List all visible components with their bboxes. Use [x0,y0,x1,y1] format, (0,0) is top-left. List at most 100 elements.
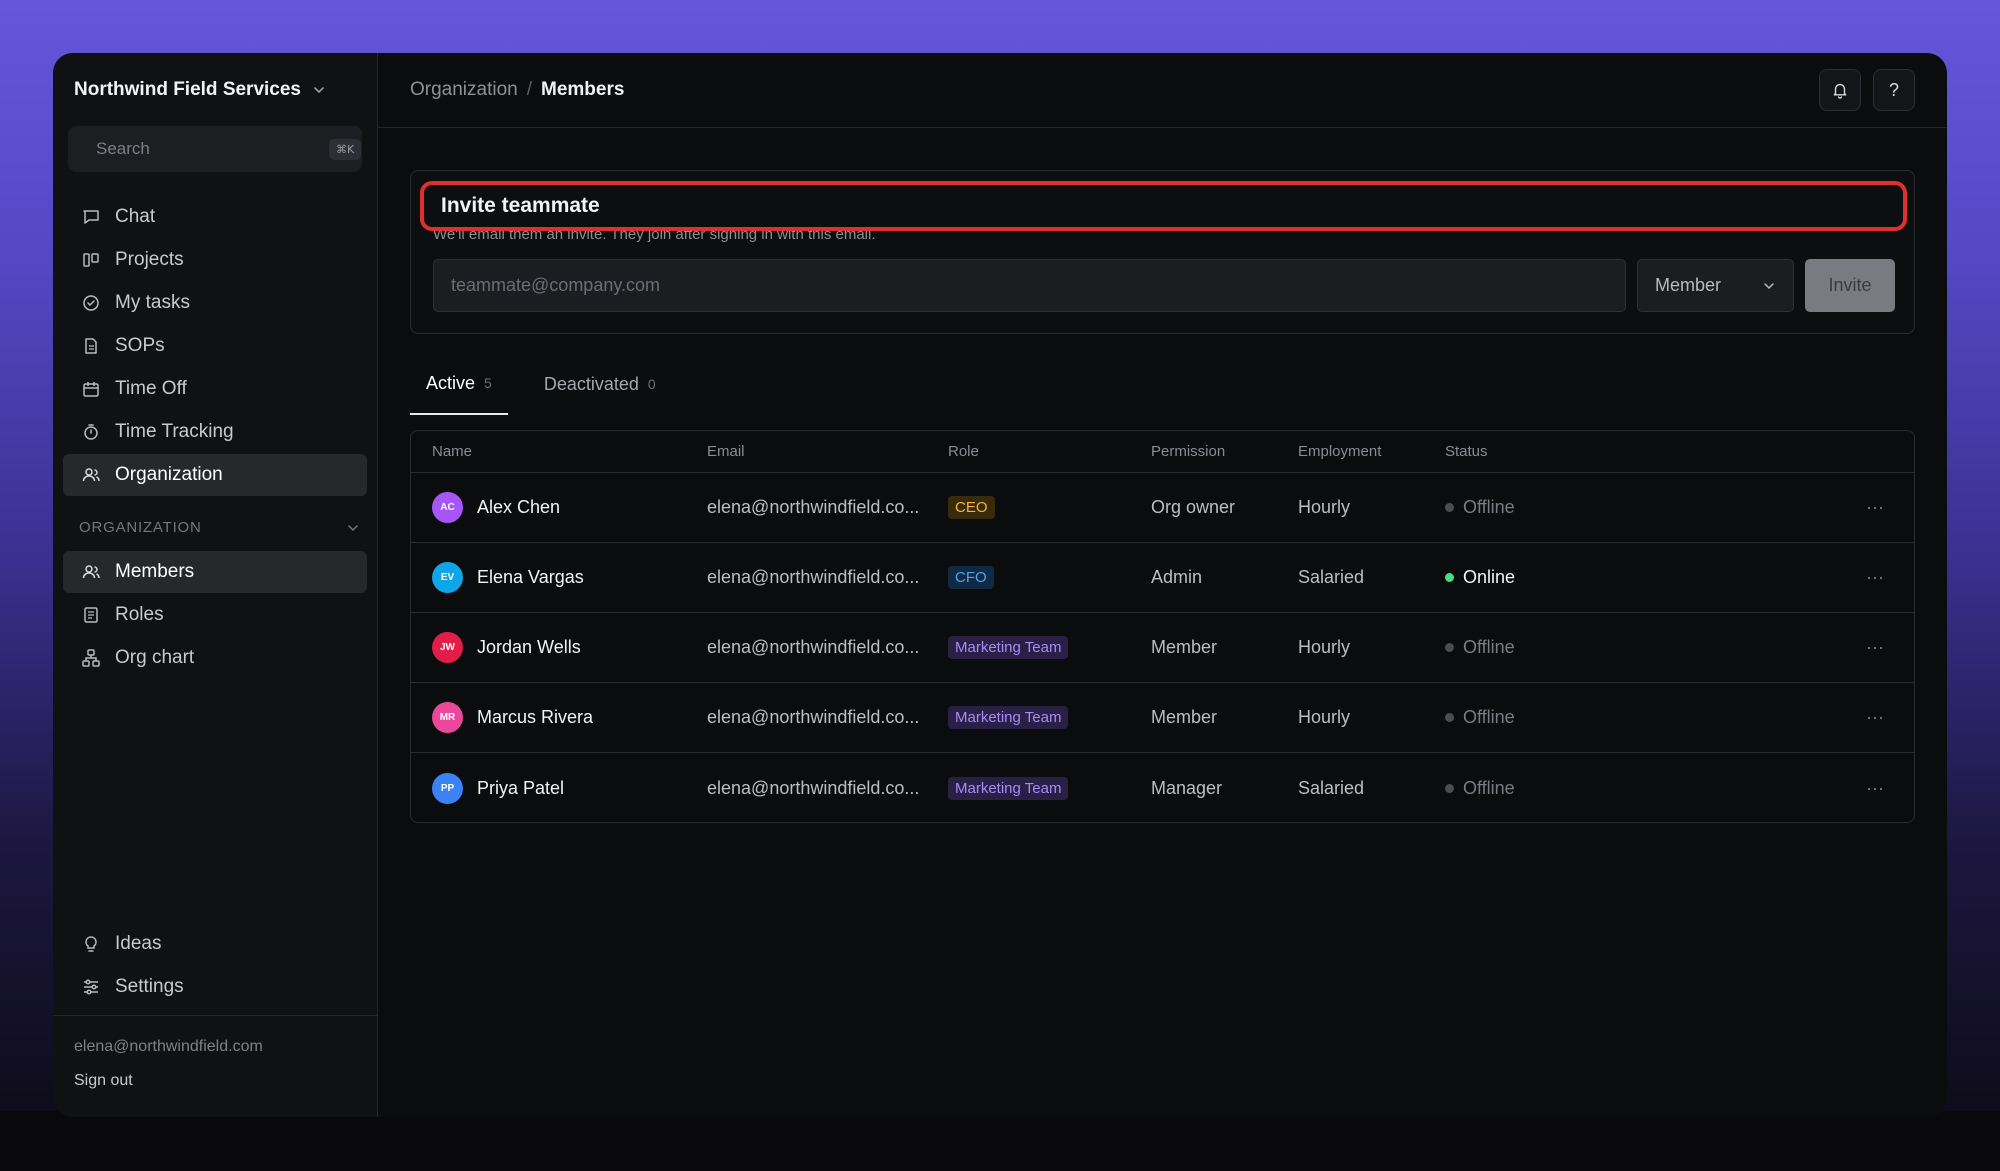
table-row[interactable]: JW Jordan Wells elena@northwindfield.co.… [411,613,1914,683]
organization-section-header[interactable]: ORGANIZATION [79,519,361,536]
nav-item-chat[interactable]: Chat [63,196,367,238]
column-header-status[interactable]: Status [1445,443,1825,460]
avatar: AC [432,492,463,523]
row-menu-button[interactable]: ··· [1825,637,1914,658]
member-tabs: Active 5 Deactivated 0 [410,353,672,415]
status-label: Offline [1463,777,1515,798]
org-chart-icon [82,649,100,667]
member-status: Offline [1445,497,1825,518]
column-header-employment[interactable]: Employment [1298,443,1445,460]
status-dot [1445,503,1454,512]
table-row[interactable]: AC Alex Chen elena@northwindfield.co... … [411,473,1914,543]
subnav-item-members[interactable]: Members [63,551,367,593]
chevron-down-icon [1764,282,1774,289]
member-role-cell: Marketing Team [948,636,1151,659]
lightbulb-icon [85,936,97,952]
role-badge: CFO [948,566,994,589]
breadcrumb-parent[interactable]: Organization [410,79,518,101]
desktop-bottom-strip [0,1111,2000,1171]
tasks-icon [83,295,99,311]
bell-icon [1833,83,1847,99]
users-icon [82,565,100,579]
row-menu-button[interactable]: ··· [1825,778,1914,799]
nav-label: Org chart [115,647,195,668]
subnav-item-org-chart[interactable]: Org chart [63,637,367,679]
member-employment: Hourly [1298,707,1351,727]
avatar: MR [432,702,463,733]
table-row[interactable]: EV Elena Vargas elena@northwindfield.co.… [411,543,1914,613]
sign-out-link[interactable]: Sign out [74,1072,356,1090]
tab-label: Deactivated [543,373,639,394]
more-horizontal-icon: ··· [1866,707,1884,727]
member-email: elena@northwindfield.co... [707,777,920,798]
avatar: JW [432,632,463,663]
notifications-button[interactable] [1819,69,1861,111]
nav-item-organization[interactable]: Organization [63,454,367,496]
tab-deactivated[interactable]: Deactivated 0 [528,353,672,415]
invite-button[interactable]: Invite [1805,259,1895,312]
org-switcher[interactable]: Northwind Field Services [74,79,327,101]
more-horizontal-icon: ··· [1866,567,1884,587]
status-label: Offline [1463,497,1515,517]
member-name: Jordan Wells [477,637,581,657]
role-select-value: Member [1655,275,1722,295]
member-role-cell: Marketing Team [948,706,1151,729]
nav-label: My tasks [115,292,190,313]
stopwatch-icon [84,424,98,440]
member-name-cell: JW Jordan Wells [411,632,707,663]
help-button[interactable]: ? [1873,69,1915,111]
nav-label: Projects [115,249,184,270]
main-nav: Chat Projects My tasks SOPs Time Off Tim… [63,196,367,497]
avatar: PP [432,772,463,804]
member-name-cell: PP Priya Patel [411,772,707,804]
row-menu-button[interactable]: ··· [1825,707,1914,728]
table-row[interactable]: PP Priya Patel elena@northwindfield.co..… [411,753,1914,822]
status-dot [1445,783,1454,793]
nav-item-time-tracking[interactable]: Time Tracking [63,411,367,453]
member-permission: Admin [1151,567,1203,587]
member-email: elena@northwindfield.co... [707,637,920,657]
row-menu-button[interactable]: ··· [1825,567,1914,588]
invite-title: Invite teammate [420,181,1907,231]
status-dot [1445,713,1454,722]
role-badge: CEO [948,496,995,519]
nav-label: Time Tracking [115,421,234,442]
nav-item-my-tasks[interactable]: My tasks [63,282,367,324]
member-name: Elena Vargas [477,567,584,587]
invite-email-input[interactable] [433,259,1626,312]
sidebar-footer: elena@northwindfield.com Sign out [53,1015,377,1117]
nav-item-ideas[interactable]: Ideas [63,923,367,965]
search-input[interactable] [96,139,317,159]
column-header-name[interactable]: Name [411,443,707,460]
invite-role-select[interactable]: Member [1637,259,1794,312]
document-icon [85,338,97,354]
table-row[interactable]: MR Marcus Rivera elena@northwindfield.co… [411,683,1914,753]
invite-form: Member Invite [433,259,1895,312]
member-status: Offline [1445,707,1825,728]
nav-item-sops[interactable]: SOPs [63,325,367,367]
member-status: Offline [1445,637,1825,658]
main-content: Organization / Members ? We'll email the… [378,53,1947,1117]
breadcrumb-current: Members [541,79,625,100]
calendar-icon [83,382,99,397]
column-header-email[interactable]: Email [707,443,948,460]
column-header-permission[interactable]: Permission [1151,443,1298,460]
member-status: Online [1445,567,1825,588]
member-role-cell: CFO [948,566,1151,589]
nav-item-projects[interactable]: Projects [63,239,367,281]
row-menu-button[interactable]: ··· [1825,497,1914,518]
member-name-cell: MR Marcus Rivera [411,702,707,733]
projects-icon [83,253,99,267]
nav-item-settings[interactable]: Settings [63,966,367,1008]
invite-card: We'll email them an invite. They join af… [410,170,1915,334]
search-box[interactable]: ⌘K [68,126,362,172]
sidebar: Northwind Field Services ⌘K Chat Project… [53,53,378,1117]
tab-active[interactable]: Active 5 [410,353,508,415]
subnav-item-roles[interactable]: Roles [63,594,367,636]
org-name: Northwind Field Services [74,79,301,100]
breadcrumb: Organization / Members [410,79,624,101]
roles-icon [84,607,98,623]
nav-item-time-off[interactable]: Time Off [63,368,367,410]
avatar: EV [432,562,463,593]
column-header-role[interactable]: Role [948,443,1151,460]
